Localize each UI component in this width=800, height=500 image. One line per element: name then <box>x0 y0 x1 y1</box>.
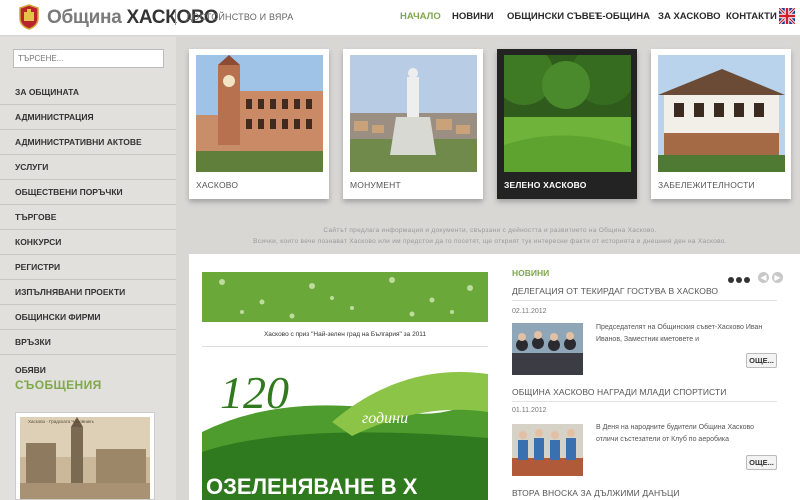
next-arrow-icon[interactable]: ▶ <box>772 272 783 283</box>
tile-landmarks[interactable]: ЗАБЕЛЕЖИТЕЛНОСТИ <box>651 49 791 199</box>
tile-caption: ЗЕЛЕНО ХАСКОВО <box>504 180 587 190</box>
news-title: НОВИНИ <box>512 268 550 278</box>
sidebar-item-administration[interactable]: АДМИНИСТРАЦИЯ <box>0 105 176 130</box>
news-thumbnail[interactable] <box>512 424 583 476</box>
landmarks-image <box>658 55 785 172</box>
greening-promo-image[interactable]: 120 години ОЗЕЛЕНЯВАНЕ В Х <box>202 352 488 500</box>
divider <box>202 346 488 347</box>
news-headline[interactable]: ВТОРА ВНОСКА ЗА ДЪЛЖИМИ ДАНЪЦИ <box>512 488 680 498</box>
tile-caption: ХАСКОВО <box>196 180 239 190</box>
promo-number: 120 <box>220 367 289 418</box>
nav-about-haskovo[interactable]: ЗА ХАСКОВО <box>658 11 720 22</box>
sidebar-item-services[interactable]: УСЛУГИ <box>0 155 176 180</box>
sidebar-item-municipal-companies[interactable]: ОБЩИНСКИ ФИРМИ <box>0 305 176 330</box>
news-headline[interactable]: ОБЩИНА ХАСКОВО НАГРАДИ МЛАДИ СПОРТИСТИ <box>512 387 727 397</box>
nav-home[interactable]: НАЧАЛО <box>400 11 441 22</box>
messages-title: СЪОБЩЕНИЯ <box>15 378 102 392</box>
nav-e-municipality[interactable]: Е-ОБЩИНА <box>596 11 650 22</box>
ads-title[interactable]: ОБЯВИ <box>15 365 46 375</box>
historic-photo[interactable]: Хасково · Градската Часовникъ <box>15 412 155 500</box>
sidebar-item-registers[interactable]: РЕГИСТРИ <box>0 255 176 280</box>
sidebar-item-tenders[interactable]: ТЪРГОВЕ <box>0 205 176 230</box>
carousel-dot[interactable] <box>736 277 742 283</box>
search-input[interactable] <box>13 49 164 68</box>
tile-caption: МОНУМЕНТ <box>350 180 401 190</box>
more-button[interactable]: ОЩЕ... <box>746 353 777 368</box>
monument-image <box>350 55 477 172</box>
brand-divider <box>175 9 176 25</box>
nav-news[interactable]: НОВИНИ <box>452 11 494 22</box>
sidebar-item-competitions[interactable]: КОНКУРСИ <box>0 230 176 255</box>
tagline: ДОСТОЙНСТВО И ВЯРА <box>186 12 294 22</box>
news-date: 01.11.2012 <box>512 407 547 414</box>
prev-arrow-icon[interactable]: ◀ <box>758 272 769 283</box>
uk-flag-icon[interactable] <box>779 8 795 24</box>
coat-of-arms-icon[interactable] <box>18 4 40 30</box>
intro-line-2: Всички, които вече познават Хасково или … <box>253 238 727 245</box>
tile-caption: ЗАБЕЛЕЖИТЕЛНОСТИ <box>658 180 755 190</box>
sidebar-item-admin-acts[interactable]: АДМИНИСТРАТИВНИ АКТОВЕ <box>0 130 176 155</box>
haskovo-town-hall-image <box>196 55 323 172</box>
promo-word: години <box>362 410 409 427</box>
green-city-banner[interactable] <box>202 272 488 322</box>
historic-photo-caption: Хасково · Градската Часовникъ <box>28 419 94 424</box>
news-date: 02.11.2012 <box>512 308 547 315</box>
tile-monument[interactable]: МОНУМЕНТ <box>343 49 483 199</box>
historic-photo-image <box>20 417 150 499</box>
green-park-image <box>504 55 631 172</box>
brand-prefix: Община <box>47 7 122 28</box>
carousel-dot[interactable] <box>744 277 750 283</box>
sidebar-item-projects[interactable]: ИЗПЪЛНЯВАНИ ПРОЕКТИ <box>0 280 176 305</box>
divider <box>512 300 777 301</box>
sidebar-item-public-procurement[interactable]: ОБЩЕСТВЕНИ ПОРЪЧКИ <box>0 180 176 205</box>
tile-haskovo[interactable]: ХАСКОВО <box>189 49 329 199</box>
news-summary: В Деня на народните будители Община Хаск… <box>596 424 755 443</box>
news-summary: Председателят на Общинския съвет-Хасково… <box>596 324 763 343</box>
sidebar-item-links[interactable]: ВРЪЗКИ <box>0 330 176 355</box>
banner-caption: Хасково с приз "Най-зелен град на Българ… <box>263 331 427 338</box>
intro-line-1: Сайтът предлага информация и документи, … <box>323 227 657 234</box>
promo-text: ОЗЕЛЕНЯВАНЕ В Х <box>206 474 418 499</box>
news-thumbnail[interactable] <box>512 323 583 375</box>
sidebar-item-about[interactable]: ЗА ОБЩИНАТА <box>0 80 176 105</box>
carousel-dot[interactable] <box>728 277 734 283</box>
tile-green-haskovo[interactable]: ЗЕЛЕНО ХАСКОВО <box>497 49 637 199</box>
divider <box>512 401 777 402</box>
news-headline[interactable]: ДЕЛЕГАЦИЯ ОТ ТЕКИРДАГ ГОСТУВА В ХАСКОВО <box>512 286 718 296</box>
more-button[interactable]: ОЩЕ... <box>746 455 777 470</box>
nav-council[interactable]: ОБЩИНСКИ СЪВЕТ <box>507 11 601 22</box>
nav-contacts[interactable]: КОНТАКТИ <box>726 11 777 22</box>
